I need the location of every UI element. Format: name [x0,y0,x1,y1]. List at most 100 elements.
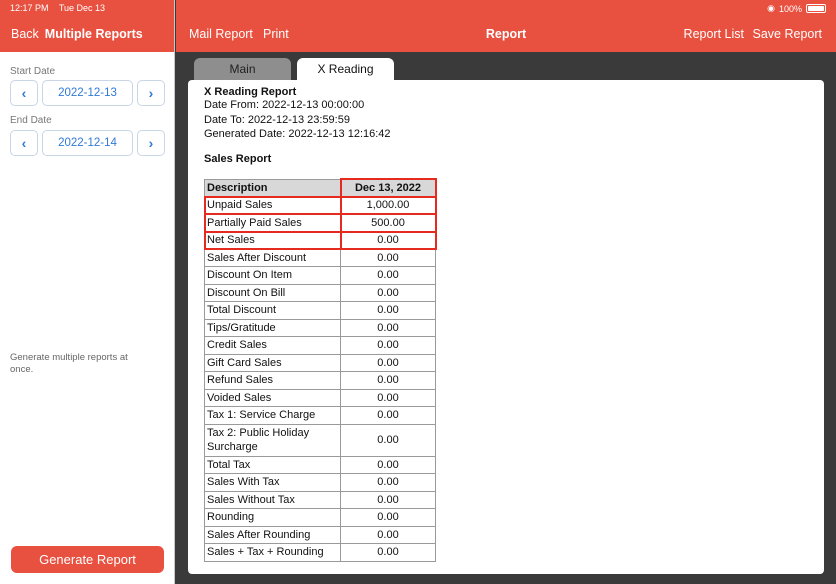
row-value: 0.00 [340,508,436,527]
wifi-icon: ◉ [767,3,775,13]
right-header: ◉ 100% Report Mail Report Print Report L… [176,0,836,52]
sales-table: Description Dec 13, 2022 Unpaid Sales 1,0… [203,178,437,562]
row-description: Tax 2: Public Holiday Surcharge [204,423,341,457]
right-panel: ◉ 100% Report Mail Report Print Report L… [176,0,836,584]
battery-icon [806,4,826,13]
table-row: Sales Without Tax 0.00 [204,490,436,509]
report-tabs: Main X Reading [194,58,394,80]
panel-title: Multiple Reports [44,27,143,41]
table-row: Credit Sales 0.00 [204,336,436,355]
end-date-prev-button[interactable]: ‹ [10,130,38,156]
row-value: 0.00 [340,301,436,320]
row-description: Discount On Item [204,266,341,285]
row-value: 0.00 [340,388,436,407]
row-value: 500.00 [339,213,437,233]
table-row: Sales + Tax + Rounding 0.00 [204,543,436,562]
chevron-left-icon: ‹ [21,85,27,101]
end-date-field[interactable]: 2022-12-14 [42,130,133,156]
row-value: 0.00 [340,406,436,425]
report-list-button[interactable]: Report List [684,27,744,41]
chevron-right-icon: › [148,135,154,151]
row-value: 0.00 [339,230,437,250]
row-value: 0.00 [340,543,436,562]
report-generated-date: Generated Date: 2022-12-13 12:16:42 [204,128,391,140]
section-title: Sales Report [204,152,272,165]
table-row: Sales After Discount 0.00 [204,248,436,267]
table-row: Tips/Gratitude 0.00 [204,318,436,337]
end-date-row: ‹ 2022-12-14 › [10,130,165,156]
row-value: 0.00 [340,283,436,302]
end-date-next-button[interactable]: › [137,130,165,156]
row-value: 0.00 [340,353,436,372]
table-row: Gift Card Sales 0.00 [204,353,436,372]
row-description: Gift Card Sales [204,353,341,372]
row-description: Net Sales [203,230,342,250]
left-panel: 12:17 PM Tue Dec 13 Back Multiple Report… [0,0,175,584]
report-title: X Reading Report [204,86,297,98]
start-date-label: Start Date [10,66,56,77]
row-value: 0.00 [340,248,436,267]
column-header-description: Description [204,178,341,197]
back-button[interactable]: Back [11,27,39,41]
table-row: Discount On Item 0.00 [204,266,436,285]
status-bar-left: 12:17 PM Tue Dec 13 [10,3,113,13]
row-description: Refund Sales [204,371,341,390]
chevron-left-icon: ‹ [21,135,27,151]
start-date-field[interactable]: 2022-12-13 [42,80,133,106]
print-button[interactable]: Print [263,27,289,41]
table-row: Sales After Rounding 0.00 [204,525,436,544]
save-report-button[interactable]: Save Report [753,27,822,41]
app: 12:17 PM Tue Dec 13 Back Multiple Report… [0,0,836,584]
row-description: Sales With Tax [204,473,341,492]
table-row: Partially Paid Sales 500.00 [203,213,437,233]
report-date-from: Date From: 2022-12-13 00:00:00 [204,99,365,111]
row-description: Sales Without Tax [204,490,341,509]
tab-main[interactable]: Main [194,58,291,80]
horizontal-scrollbar[interactable] [318,566,458,570]
row-value: 0.00 [340,473,436,492]
table-row: Sales With Tax 0.00 [204,473,436,492]
start-date-prev-button[interactable]: ‹ [10,80,38,106]
status-bar-right: ◉ 100% [767,3,826,14]
row-value: 0.00 [340,336,436,355]
row-value: 0.00 [340,266,436,285]
table-row: Voided Sales 0.00 [204,388,436,407]
row-value: 0.00 [340,318,436,337]
tab-x-reading[interactable]: X Reading [297,58,394,80]
left-nav: Back Multiple Reports [11,27,143,41]
row-description: Partially Paid Sales [203,213,342,233]
row-description: Sales After Discount [204,248,341,267]
row-description: Rounding [204,508,341,527]
table-row: Total Discount 0.00 [204,301,436,320]
row-value: 1,000.00 [339,195,437,215]
row-value: 0.00 [340,371,436,390]
row-value: 0.00 [340,525,436,544]
row-value: 0.00 [340,423,436,457]
report-document: X Reading Report Date From: 2022-12-13 0… [188,80,824,574]
row-description: Tax 1: Service Charge [204,406,341,425]
mail-report-button[interactable]: Mail Report [189,27,253,41]
row-description: Total Tax [204,455,341,474]
row-description: Unpaid Sales [203,195,342,215]
table-row: Total Tax 0.00 [204,455,436,474]
table-row: Unpaid Sales 1,000.00 [203,195,437,215]
row-description: Discount On Bill [204,283,341,302]
table-row: Net Sales 0.00 [203,230,437,250]
status-time: 12:17 PM [10,3,49,13]
start-date-row: ‹ 2022-12-13 › [10,80,165,106]
row-description: Total Discount [204,301,341,320]
row-description: Sales After Rounding [204,525,341,544]
left-header: 12:17 PM Tue Dec 13 Back Multiple Report… [0,0,174,52]
row-value: 0.00 [340,455,436,474]
battery-percent: 100% [778,3,802,14]
end-date-label: End Date [10,115,52,126]
table-row: Discount On Bill 0.00 [204,283,436,302]
generate-report-button[interactable]: Generate Report [11,546,164,573]
table-header-row: Description Dec 13, 2022 [204,178,437,198]
row-value: 0.00 [340,490,436,509]
start-date-next-button[interactable]: › [137,80,165,106]
row-description: Sales + Tax + Rounding [204,543,341,562]
status-date: Tue Dec 13 [58,3,106,13]
column-header-date: Dec 13, 2022 [339,178,437,198]
row-description: Tips/Gratitude [204,318,341,337]
